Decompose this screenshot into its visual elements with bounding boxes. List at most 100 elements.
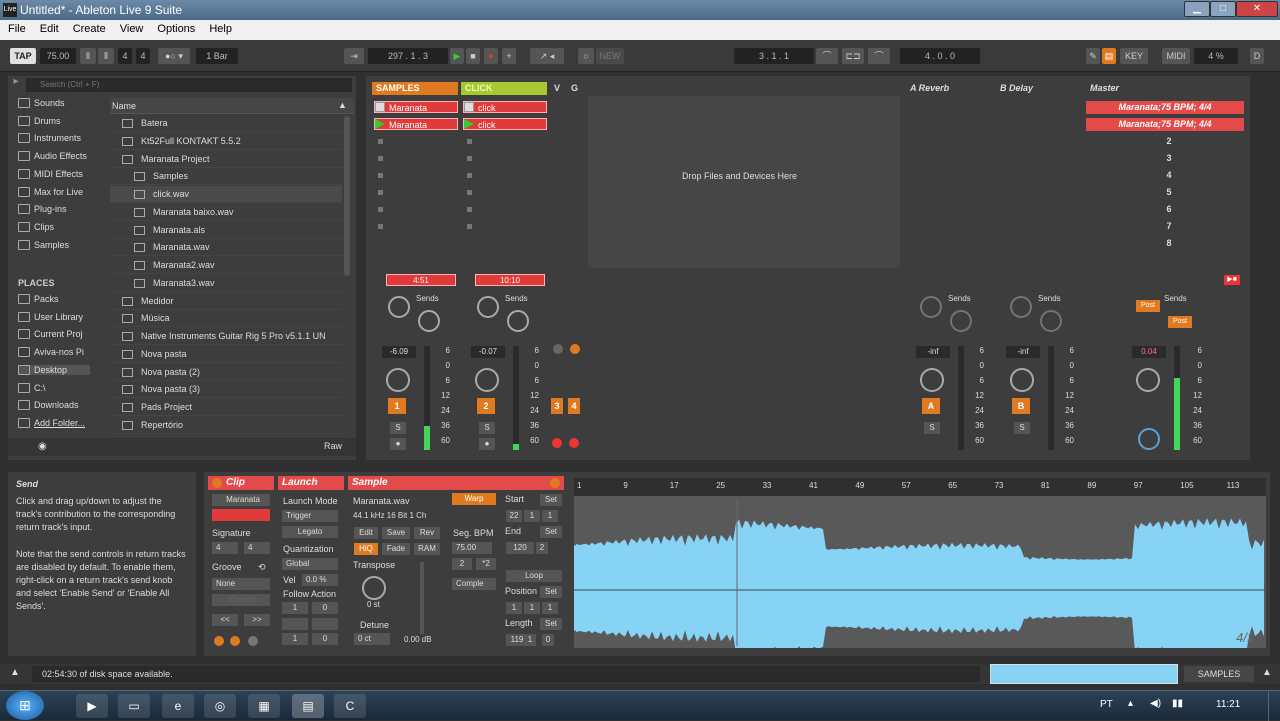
menu-create[interactable]: Create	[73, 23, 106, 37]
session-record-icon[interactable]: ○	[578, 48, 594, 64]
legato-button[interactable]: Legato	[282, 526, 338, 538]
midi-map-button[interactable]: MIDI	[1162, 48, 1190, 64]
halve-button[interactable]: 2	[452, 558, 472, 570]
end-field-0[interactable]: 120	[506, 542, 534, 554]
tempo-field[interactable]: 75.00	[40, 48, 76, 64]
browser-category-0[interactable]: Sounds	[18, 98, 65, 108]
track-activator-1[interactable]: 2	[477, 398, 495, 414]
fade-button[interactable]: Fade	[382, 543, 410, 555]
new-button[interactable]: NEW	[596, 48, 624, 64]
detune-field[interactable]: 0 ct	[354, 633, 390, 645]
file-row-1[interactable]: Kt52Full KONTAKT 5.5.2	[110, 133, 342, 150]
file-row-9[interactable]: Maranata3.wav	[110, 275, 342, 292]
scene-7[interactable]: 7	[1094, 218, 1244, 234]
launch-mode-menu[interactable]: Trigger	[282, 510, 338, 522]
punch-out-icon[interactable]: ⌒	[868, 48, 890, 64]
excel-icon[interactable]: ▦	[248, 694, 280, 718]
overview-waveform[interactable]	[990, 664, 1178, 684]
menu-help[interactable]: Help	[209, 23, 232, 37]
gain-slider[interactable]	[420, 562, 424, 634]
network-icon[interactable]: ▮▮	[1172, 698, 1183, 709]
file-row-14[interactable]: Nova pasta (2)	[110, 364, 342, 381]
scene-4[interactable]: 4	[1094, 167, 1244, 183]
browser-category-2[interactable]: Instruments	[18, 133, 81, 144]
menu-edit[interactable]: Edit	[40, 23, 59, 37]
clip-slot-1-0[interactable]: click	[463, 101, 547, 113]
send-b-knob[interactable]	[507, 310, 529, 332]
send-a-knob[interactable]	[388, 296, 410, 318]
clip-stop-slot[interactable]	[467, 190, 472, 195]
master-volume[interactable]: 0.04	[1132, 346, 1166, 358]
menu-file[interactable]: File	[8, 23, 26, 37]
send-a-knob[interactable]	[1010, 296, 1032, 318]
loop-button[interactable]: Loop	[506, 570, 562, 582]
scene-3[interactable]: 3	[1094, 150, 1244, 166]
track-volume-0[interactable]: -6.09	[382, 346, 416, 358]
scene-8[interactable]: 8	[1094, 235, 1244, 251]
preview-icon[interactable]: ◉	[38, 441, 47, 452]
post-button-a[interactable]: Post	[1136, 300, 1160, 312]
file-row-13[interactable]: Nova pasta	[110, 346, 342, 363]
nudge-left-icon[interactable]: <<	[212, 614, 238, 626]
browser-toggle-icon[interactable]: ▸	[8, 76, 24, 90]
start-field-2[interactable]: 1	[542, 510, 558, 522]
quantize-menu[interactable]: 1 Bar	[196, 48, 238, 64]
master-header[interactable]: Master	[1086, 82, 1236, 95]
quantization-menu[interactable]: Global	[282, 558, 338, 570]
browser-category-1[interactable]: Drums	[18, 115, 61, 126]
tap-button[interactable]: TAP	[10, 48, 36, 64]
media-player-icon[interactable]: ▶	[76, 694, 108, 718]
place-item-2[interactable]: Current Proj	[18, 329, 83, 340]
clip-launch-icon[interactable]	[375, 102, 385, 112]
clip-stop-slot[interactable]	[378, 207, 383, 212]
file-row-12[interactable]: Native Instruments Guitar Rig 5 Pro v5.1…	[110, 328, 342, 345]
clip-launch-icon[interactable]	[464, 102, 474, 112]
send-b-knob[interactable]	[1040, 310, 1062, 332]
scene-2[interactable]: 2	[1094, 133, 1244, 149]
overdub-icon[interactable]: +	[502, 48, 516, 64]
length-field-1[interactable]: 1	[524, 634, 536, 646]
track-activator-0[interactable]: 1	[388, 398, 406, 414]
volume-icon[interactable]: ◀)	[1150, 698, 1161, 709]
nudge-down-icon[interactable]: ⦀	[80, 48, 96, 64]
punch-in-icon[interactable]: ⌒	[816, 48, 838, 64]
arm-button[interactable]: ●	[390, 438, 406, 450]
solo-button[interactable]: S	[390, 422, 406, 434]
clip-stop-slot[interactable]	[467, 224, 472, 229]
sig-den-field[interactable]: 4	[244, 542, 270, 554]
clip-footer-icon-3[interactable]	[248, 636, 258, 646]
small-track-num-0[interactable]: 3	[551, 398, 563, 414]
length-set-button[interactable]: Set	[540, 618, 562, 630]
file-row-16[interactable]: Pads Project	[110, 399, 342, 416]
velocity-field[interactable]: 0.0 %	[302, 574, 338, 586]
clip-stop-slot[interactable]	[467, 156, 472, 161]
transpose-knob[interactable]	[362, 576, 386, 600]
loop-start-field[interactable]: 3 . 1 . 1	[734, 48, 814, 64]
clip-stop-slot[interactable]	[378, 190, 383, 195]
clip-slot-0-1[interactable]: Maranata	[374, 118, 458, 130]
follow-action-b[interactable]: 0	[312, 602, 338, 614]
length-field-2[interactable]: 0	[542, 634, 554, 646]
stop-icon[interactable]: ■	[466, 48, 480, 64]
reverse-button[interactable]: Rev	[414, 527, 440, 539]
close-button[interactable]: ✕	[1236, 1, 1278, 17]
file-row-10[interactable]: Medidor	[110, 293, 342, 310]
menu-options[interactable]: Options	[157, 23, 195, 37]
internet-explorer-icon[interactable]: e	[162, 694, 194, 718]
place-item-6[interactable]: Downloads	[18, 400, 79, 411]
position-field-1[interactable]: 1	[524, 602, 540, 614]
maximize-button[interactable]: □	[1210, 1, 1236, 17]
launch-panel-title[interactable]: Launch	[278, 476, 344, 490]
follow-icon[interactable]: ⇥	[344, 48, 364, 64]
clip-activator-icon[interactable]	[212, 478, 222, 488]
clip-color-chooser[interactable]	[212, 509, 270, 521]
key-map-button[interactable]: KEY	[1120, 48, 1148, 64]
groove-hotswap-icon[interactable]: ⟲	[258, 562, 266, 573]
pan-knob[interactable]	[475, 368, 499, 392]
camtasia-icon[interactable]: C	[334, 694, 366, 718]
file-row-8[interactable]: Maranata2.wav	[110, 257, 342, 274]
folder-icon[interactable]: ▭	[118, 694, 150, 718]
metronome-icon[interactable]: ●○ ▾	[158, 48, 190, 64]
sort-up-icon[interactable]: ▲	[338, 100, 347, 110]
return-volume-1[interactable]: -inf	[1006, 346, 1040, 358]
